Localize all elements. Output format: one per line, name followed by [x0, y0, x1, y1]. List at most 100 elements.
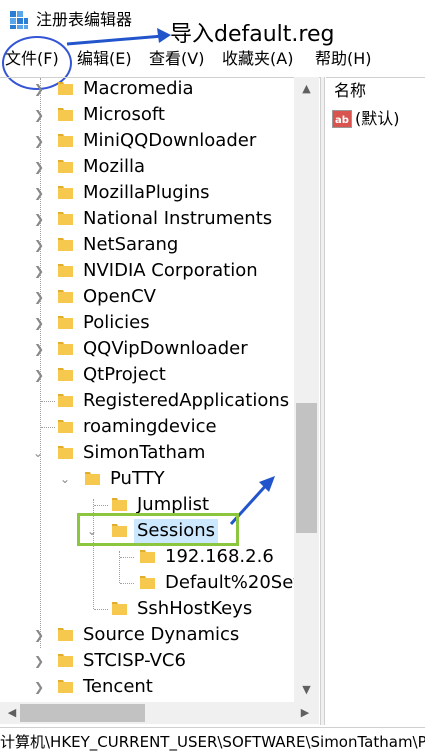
menu-view[interactable]: 查看(V): [149, 48, 204, 70]
scroll-up-arrow-icon[interactable]: ▲: [294, 79, 319, 99]
chevron-right-icon[interactable]: ❯: [33, 290, 45, 304]
folder-icon: [140, 576, 155, 589]
scroll-down-arrow-icon[interactable]: ▼: [294, 680, 319, 700]
tree-item-label: PuTTY: [110, 468, 165, 489]
folder-icon: [58, 420, 73, 433]
values-list[interactable]: 名称 ab (默认): [326, 77, 425, 725]
tree-item[interactable]: ❯ Policies: [0, 310, 295, 336]
tree-item-label: QtProject: [83, 364, 166, 385]
chevron-right-icon[interactable]: ❯: [33, 680, 45, 694]
folder-icon: [112, 602, 127, 615]
svg-text:ab: ab: [335, 115, 349, 126]
folder-open-icon: [58, 446, 73, 459]
tree-item[interactable]: ⌄ SimonTatham: [0, 440, 295, 466]
menu-favorites[interactable]: 收藏夹(A): [222, 48, 293, 70]
tree-item[interactable]: ❯ MiniQQDownloader: [0, 128, 295, 154]
tree-item-label: Tencent: [83, 676, 153, 697]
tree-item-label: STCISP-VC6: [83, 650, 186, 671]
tree-item-label: National Instruments: [83, 208, 273, 229]
folder-icon: [58, 628, 73, 641]
chevron-right-icon[interactable]: ❯: [33, 368, 45, 382]
highlight-box: [77, 513, 239, 546]
value-row[interactable]: ab (默认): [332, 108, 425, 132]
tree-item[interactable]: ❯ National Instruments: [0, 206, 295, 232]
folder-icon: [58, 290, 73, 303]
folder-icon: [58, 316, 73, 329]
chevron-right-icon[interactable]: ❯: [33, 134, 45, 148]
tree-item-label: RegisteredApplications: [83, 390, 290, 411]
chevron-right-icon[interactable]: ❯: [33, 264, 45, 278]
tree-vertical-scrollbar[interactable]: ▲ ▼: [294, 77, 319, 702]
tree-item-label: Default%20Set: [165, 572, 301, 593]
folder-icon: [58, 342, 73, 355]
chevron-right-icon[interactable]: ❯: [33, 316, 45, 330]
tree-item-label: MiniQQDownloader: [83, 130, 257, 151]
tree-item-label: SshHostKeys: [137, 598, 253, 619]
folder-open-icon: [85, 472, 100, 485]
tree-item[interactable]: ❯ QQVipDownloader: [0, 336, 295, 362]
chevron-right-icon[interactable]: ❯: [33, 108, 45, 122]
tree-item[interactable]: ❯ Mozilla: [0, 154, 295, 180]
tree-item[interactable]: ❯ QtProject: [0, 362, 295, 388]
tree-item[interactable]: Default%20Set: [0, 570, 300, 596]
tree-item[interactable]: 192.168.2.6: [0, 544, 295, 570]
column-header-name[interactable]: 名称: [334, 80, 366, 102]
folder-icon: [58, 82, 73, 95]
registry-editor-icon: [10, 11, 28, 29]
tree-item[interactable]: ❯ NetSarang: [0, 232, 295, 258]
chevron-right-icon[interactable]: ❯: [33, 654, 45, 668]
folder-icon: [58, 264, 73, 277]
folder-icon: [58, 186, 73, 199]
chevron-right-icon[interactable]: ❯: [33, 238, 45, 252]
tree-item[interactable]: ❯ Source Dynamics: [0, 622, 295, 648]
tree-item[interactable]: SshHostKeys: [0, 596, 295, 622]
folder-icon: [58, 238, 73, 251]
folder-icon: [58, 394, 73, 407]
chevron-right-icon[interactable]: ❯: [33, 82, 45, 96]
tree-item-label: roamingdevice: [83, 416, 217, 437]
tree-item[interactable]: RegisteredApplications: [0, 388, 295, 414]
menu-edit[interactable]: 编辑(E): [77, 48, 132, 70]
tree-item[interactable]: ❯ STCISP-VC6: [0, 648, 295, 674]
tree-item-label: OpenCV: [83, 286, 156, 307]
tree-item-label: MozillaPlugins: [83, 182, 210, 203]
tree-item[interactable]: ❯ NVIDIA Corporation: [0, 258, 295, 284]
tree-item[interactable]: ❯ Macromedia: [0, 78, 295, 102]
chevron-down-icon[interactable]: ⌄: [32, 446, 44, 460]
chevron-right-icon[interactable]: ❯: [33, 186, 45, 200]
string-value-icon: ab: [332, 110, 352, 128]
tree-item[interactable]: ❯ MozillaPlugins: [0, 180, 295, 206]
menu-help[interactable]: 帮助(H): [315, 48, 372, 70]
scroll-thumb[interactable]: [296, 403, 317, 533]
tree-item-label: 192.168.2.6: [165, 546, 274, 567]
tree-item[interactable]: roamingdevice: [0, 414, 295, 440]
pane-splitter[interactable]: [320, 77, 325, 725]
scroll-thumb[interactable]: [20, 704, 145, 722]
scroll-right-arrow-icon[interactable]: ▶: [295, 702, 315, 724]
tree-item-label: NVIDIA Corporation: [83, 260, 258, 281]
tree-item-label: Policies: [83, 312, 150, 333]
folder-icon: [58, 134, 73, 147]
tree-item[interactable]: ❯ Tencent: [0, 674, 295, 700]
folder-icon: [58, 680, 73, 693]
status-bar: 计算机\HKEY_CURRENT_USER\SOFTWARE\SimonTath…: [0, 727, 425, 756]
chevron-right-icon[interactable]: ❯: [33, 212, 45, 226]
chevron-right-icon[interactable]: ❯: [33, 342, 45, 356]
tree-item-label: QQVipDownloader: [83, 338, 248, 359]
registry-tree[interactable]: ❯ Macromedia ❯ Microsoft ❯ MiniQQDownloa…: [0, 77, 320, 725]
chevron-right-icon[interactable]: ❯: [33, 160, 45, 174]
folder-icon: [58, 160, 73, 173]
tree-item[interactable]: ❯ OpenCV: [0, 284, 295, 310]
chevron-right-icon[interactable]: ❯: [33, 628, 45, 642]
folder-icon: [112, 498, 127, 511]
tree-item-label: Macromedia: [83, 78, 194, 99]
tree-item-label: SimonTatham: [83, 442, 206, 463]
tree-item-label: Microsoft: [83, 104, 165, 125]
scroll-left-arrow-icon[interactable]: ◀: [2, 702, 22, 724]
tree-item-label: Source Dynamics: [83, 624, 240, 645]
tree-item[interactable]: ❯ Microsoft: [0, 102, 295, 128]
tree-horizontal-scrollbar[interactable]: ◀ ▶: [0, 702, 319, 724]
value-name: (默认): [355, 109, 400, 128]
chevron-down-icon[interactable]: ⌄: [59, 472, 71, 486]
folder-icon: [58, 368, 73, 381]
